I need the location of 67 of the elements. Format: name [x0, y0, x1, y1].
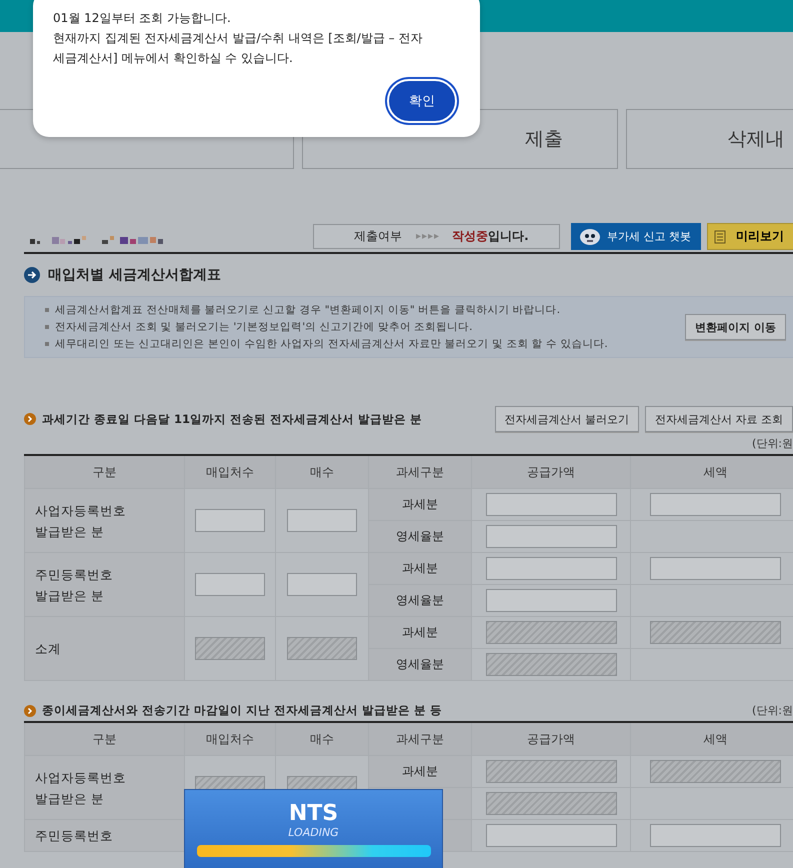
column-header: 세액: [630, 455, 793, 488]
input-field[interactable]: [486, 493, 616, 516]
notice-text: 세금계산서합계표 전산매체를 불러오기로 신고할 경우 "변환페이지 이동" 버튼을 클릭하시기 바랍니다.: [55, 302, 560, 318]
dialog-message: 01월 12일부터 조회 가능합니다.: [53, 10, 232, 27]
row-label: 사업자등록번호 발급받은 분: [24, 756, 184, 820]
tax-type-label: 영세율분: [396, 593, 444, 607]
chatbot-button[interactable]: 부가세 신고 챗봇: [571, 223, 701, 250]
tax-type-label: 과세분: [402, 497, 438, 511]
column-header: 구분: [24, 722, 184, 756]
column-header: 과세구분: [368, 722, 472, 756]
preview-button[interactable]: 미리보기: [707, 223, 793, 250]
column-header: 세액: [630, 722, 793, 756]
bullet-icon: [45, 342, 49, 346]
input-field[interactable]: [650, 493, 781, 516]
arrows-text: ▸▸▸▸: [416, 231, 440, 242]
input-field[interactable]: [195, 573, 265, 596]
notice-text: 세무대리인 또는 신고대리인은 본인이 수임한 사업자의 전자세금계산서 자료만 불러오기 및 조회 할 수 있습니다.: [55, 336, 608, 352]
row-label: 소계: [24, 616, 184, 680]
column-header: 구분: [24, 455, 184, 488]
input-field[interactable]: [650, 557, 781, 580]
column-header: 매입처수: [184, 455, 276, 488]
input-field[interactable]: [486, 557, 616, 580]
tax-type-label: 영세율분: [396, 529, 444, 543]
document-icon: [714, 230, 726, 244]
section-heading: 매입처별 세금계산서합계표: [48, 266, 221, 284]
input-field[interactable]: [486, 525, 616, 548]
tax-type-label: 과세분: [402, 764, 438, 778]
tax-type-label: 과세분: [402, 561, 438, 575]
dialog-message: 현재까지 집계된 전자세금계산서 발급/수취 내역은 [조회/발급 – 전자: [53, 30, 424, 47]
column-header: 매수: [276, 455, 368, 488]
robot-icon: [579, 228, 601, 246]
input-field[interactable]: [287, 573, 357, 596]
arrow-circle-icon: [24, 413, 36, 425]
notice-text: 전자세금계산서 조회 및 불러오기는 '기본정보입력'의 신고기간에 맞추어 조회됩니다.: [55, 320, 472, 334]
load-button[interactable]: 전자세금계산서 자료 조회: [645, 406, 793, 432]
confirm-button[interactable]: 확인: [387, 79, 457, 123]
input-field[interactable]: [287, 509, 357, 532]
section-title: 과세기간 종료일 다음달 11일까지 전송된 전자세금계산서 발급받은 분: [42, 412, 422, 426]
input-field[interactable]: [195, 509, 265, 532]
arrow-circle-icon: [24, 267, 40, 283]
convert-page-button[interactable]: 변환페이지 이동: [685, 314, 786, 340]
status-label: 제출여부: [354, 228, 402, 245]
column-header: 공급가액: [472, 722, 630, 756]
load-button[interactable]: 전자세금계산서 불러오기: [494, 406, 639, 432]
arrow-circle-icon: [24, 704, 36, 716]
dialog-message: 세금계산서] 메뉴에서 확인하실 수 있습니다.: [53, 50, 294, 67]
unit-label: (단위:원: [752, 703, 793, 718]
row-label: 주민등록번호 발급받은 분: [24, 552, 184, 616]
loading-title: NTS: [288, 802, 340, 826]
loading-subtitle: LOADING: [287, 826, 340, 839]
input-field[interactable]: [650, 824, 781, 847]
status-value: 작성중입니다.: [452, 228, 529, 245]
column-header: 과세구분: [368, 455, 472, 488]
row-label: 사업자등록번호 발급받은 분: [24, 488, 184, 552]
row-label: 주민등록번호: [24, 820, 184, 852]
unit-label: (단위:원: [752, 436, 793, 451]
column-header: 매수: [276, 722, 368, 756]
tab[interactable]: 삭제내: [626, 109, 793, 169]
tax-type-label: 영세율분: [396, 657, 444, 671]
column-header: 공급가액: [472, 455, 630, 488]
section-title: 종이세금계산서와 전송기간 마감일이 지난 전자세금계산서 발급받은 분 등: [42, 703, 442, 718]
input-field[interactable]: [486, 824, 616, 847]
bullet-icon: [45, 308, 49, 312]
bullet-icon: [45, 325, 49, 329]
tax-type-label: 과세분: [402, 625, 438, 639]
column-header: 매입처수: [184, 722, 276, 756]
input-field[interactable]: [486, 589, 616, 612]
